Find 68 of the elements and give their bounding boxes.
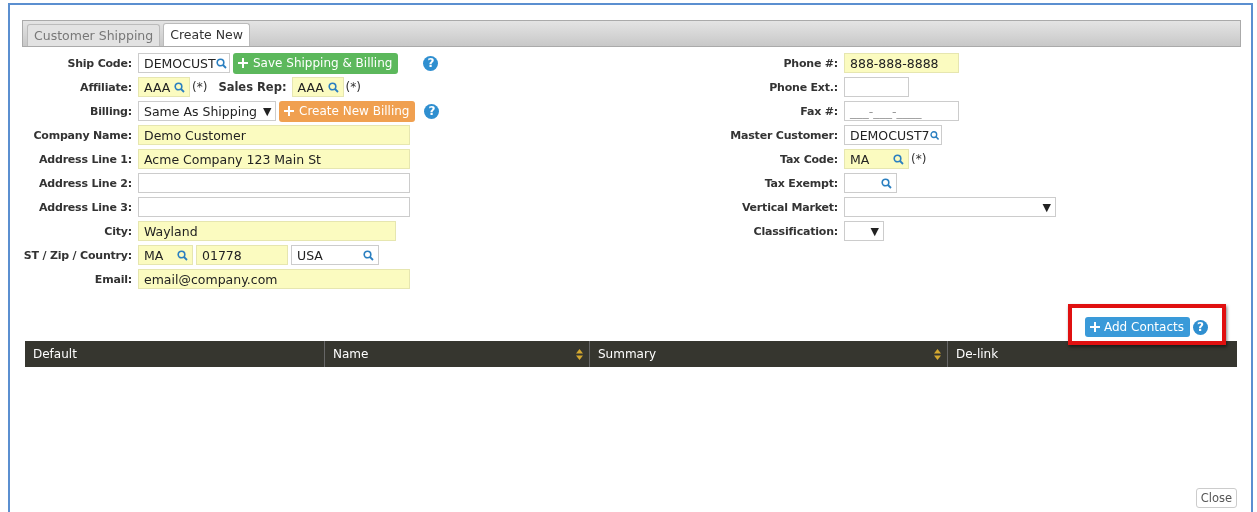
help-icon[interactable]: ? — [424, 103, 440, 119]
tab[interactable]: Customer Shipping — [27, 24, 161, 46]
input-field[interactable] — [138, 197, 410, 217]
field-label: Vertical Market: — [740, 200, 838, 214]
field-label: ST / Zip / Country: — [22, 248, 132, 262]
plus-icon — [284, 106, 294, 116]
field-label: Master Customer: — [729, 128, 838, 142]
field-label: Phone #: — [782, 56, 838, 70]
input-field[interactable]: Demo Customer — [138, 125, 410, 145]
tab[interactable]: Create New — [163, 23, 250, 46]
lookup-field[interactable]: MA — [138, 245, 193, 265]
field-label: Email: — [93, 272, 132, 286]
plus-icon — [1090, 322, 1100, 332]
input-field[interactable]: 888-888-8888 — [844, 53, 959, 73]
dropdown[interactable]: ▼ — [844, 197, 1056, 217]
field-label: Tax Code: — [779, 152, 838, 166]
search-icon[interactable] — [881, 177, 892, 189]
required-mark: (*) — [911, 152, 927, 166]
search-icon[interactable] — [363, 249, 374, 261]
close-button[interactable]: Close — [1195, 488, 1237, 508]
field-label: Phone Ext.: — [768, 80, 838, 94]
input-field[interactable] — [844, 77, 909, 97]
field-label: Fax #: — [799, 104, 838, 118]
search-icon[interactable] — [177, 249, 188, 261]
caret-icon: ▼ — [263, 104, 272, 118]
input-field[interactable] — [138, 173, 410, 193]
lookup-field[interactable]: DEMOCUST7 — [844, 125, 942, 145]
dropdown[interactable]: ▼ — [844, 221, 884, 241]
field-label: Classification: — [752, 224, 838, 238]
search-icon[interactable] — [929, 129, 939, 141]
column-header[interactable]: Name — [325, 341, 590, 367]
input-field[interactable]: 01778 — [196, 245, 288, 265]
search-icon[interactable] — [174, 81, 185, 93]
input-field[interactable]: Acme Company 123 Main St — [138, 149, 410, 169]
required-mark: (*) — [345, 80, 361, 94]
input-field[interactable]: email@company.com — [138, 269, 410, 289]
field-label: Address Line 3: — [37, 200, 132, 214]
plus-icon — [238, 58, 248, 68]
field-label: Company Name: — [32, 128, 132, 142]
field-label: Address Line 1: — [37, 152, 132, 166]
required-mark: (*) — [192, 80, 208, 94]
help-icon[interactable]: ? — [1193, 319, 1208, 335]
field-label: Tax Exempt: — [763, 176, 838, 190]
help-icon[interactable]: ? — [423, 55, 439, 71]
field-label: Address Line 2: — [37, 176, 132, 190]
column-header[interactable]: De-link — [948, 341, 1237, 367]
field-label: Affiliate: — [79, 80, 132, 94]
field-label: Ship Code: — [66, 56, 132, 70]
dropdown[interactable]: Same As Shipping ▼ — [138, 101, 276, 121]
lookup-field[interactable]: AAA — [291, 77, 344, 97]
field-label: Billing: — [89, 104, 132, 118]
search-icon[interactable] — [216, 57, 227, 69]
lookup-field[interactable]: MA — [844, 149, 909, 169]
lookup-field[interactable]: AAA — [138, 77, 190, 97]
lookup-field[interactable]: DEMOCUST — [138, 53, 230, 73]
sort-icon[interactable] — [576, 348, 583, 360]
lookup-field[interactable]: USA — [291, 245, 379, 265]
field-label: Sales Rep: — [218, 80, 287, 94]
column-header[interactable]: Summary — [590, 341, 948, 367]
field-label: City: — [103, 224, 132, 238]
lookup-field[interactable] — [844, 173, 897, 193]
search-icon[interactable] — [893, 153, 904, 165]
search-icon[interactable] — [327, 81, 339, 93]
column-header[interactable]: Default — [25, 341, 325, 367]
input-field[interactable]: Wayland — [138, 221, 396, 241]
caret-icon: ▼ — [870, 224, 879, 238]
sort-icon[interactable] — [934, 348, 941, 360]
caret-icon: ▼ — [1042, 200, 1051, 214]
